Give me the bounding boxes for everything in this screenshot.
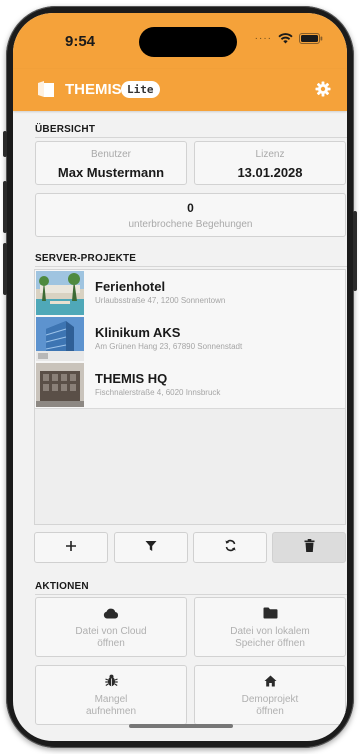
cloud-icon [103,606,119,624]
user-value: Max Mustermann [57,165,165,180]
open-cloud-file-label: Datei von Cloud öffnen [75,626,147,649]
actions-section-title: AKTIONEN [35,581,89,592]
filter-button[interactable] [114,532,188,563]
trash-icon [304,538,315,557]
license-value: 13.01.2028 [237,165,303,180]
mute-switch [3,131,7,157]
overview-divider [35,137,347,138]
app-bar: THEMIS Lite [13,69,347,111]
wifi-icon [278,33,293,44]
app-title: THEMIS [65,81,122,98]
status-bar: 9:54 ···· [13,13,347,69]
project-address: Am Grünen Hang 23, 67890 Sonnenstadt [95,342,243,351]
project-address: Urlaubsstraße 47, 1200 Sonnentown [95,296,226,305]
project-thumbnail [36,317,84,361]
open-local-file-label: Datei von lokalem Speicher öffnen [230,626,310,649]
project-row-themis-hq[interactable]: THEMIS HQ Fischnalerstraße 4, 6020 Innsb… [35,362,345,409]
status-icons: ···· [255,33,323,44]
projects-divider [35,266,347,267]
project-thumbnail [36,363,84,407]
actions-divider [35,594,347,595]
project-thumbnail [36,271,84,315]
interrupted-count: 0 [187,201,194,215]
battery-icon [299,33,323,44]
home-icon [264,674,277,692]
projects-section-title: SERVER-PROJEKTE [35,253,137,264]
themis-logo-icon [36,80,55,103]
interrupted-inspections-card[interactable]: 0 unterbrochene Begehungen [35,193,346,237]
open-local-file-button[interactable]: Datei von lokalem Speicher öffnen [194,597,346,657]
license-card: Lizenz 13.01.2028 [194,141,346,185]
project-name: THEMIS HQ [95,371,168,386]
add-project-button[interactable] [34,532,108,563]
record-defect-button[interactable]: Mangel aufnehmen [35,665,187,725]
project-name: Klinikum AKS [95,325,181,340]
open-demo-project-button[interactable]: Demoprojekt öffnen [194,665,346,725]
app-screen: 9:54 ···· THEMIS Lite ÜBERSICHT Benutzer… [13,13,347,741]
project-name: Ferienhotel [95,279,166,294]
volume-down-button [3,243,7,295]
settings-gear-icon[interactable] [315,81,331,102]
project-list[interactable]: Ferienhotel Urlaubsstraße 47, 1200 Sonne… [34,269,346,525]
open-demo-project-label: Demoprojekt öffnen [241,694,299,717]
sync-icon [224,539,237,557]
signal-icon: ···· [254,33,272,44]
power-button [353,211,357,291]
sync-button[interactable] [193,532,267,563]
filter-icon [145,539,157,557]
overview-section-title: ÜBERSICHT [35,124,96,135]
bug-icon [104,674,118,692]
record-defect-label: Mangel aufnehmen [85,694,137,717]
home-indicator [129,724,233,728]
dynamic-island [139,27,237,57]
project-row-ferienhotel[interactable]: Ferienhotel Urlaubsstraße 47, 1200 Sonne… [35,270,345,317]
delete-button[interactable] [272,532,346,563]
status-time: 9:54 [65,33,96,50]
user-label: Benutzer [90,149,132,160]
folder-icon [263,606,278,624]
lite-badge: Lite [121,81,160,98]
license-label: Lizenz [255,149,285,160]
interrupted-label: unterbrochene Begehungen [128,219,253,230]
plus-icon [65,539,77,557]
volume-up-button [3,181,7,233]
project-row-klinikum[interactable]: Klinikum AKS Am Grünen Hang 23, 67890 So… [35,316,345,363]
open-cloud-file-button[interactable]: Datei von Cloud öffnen [35,597,187,657]
user-card: Benutzer Max Mustermann [35,141,187,185]
project-address: Fischnalerstraße 4, 6020 Innsbruck [95,388,221,397]
